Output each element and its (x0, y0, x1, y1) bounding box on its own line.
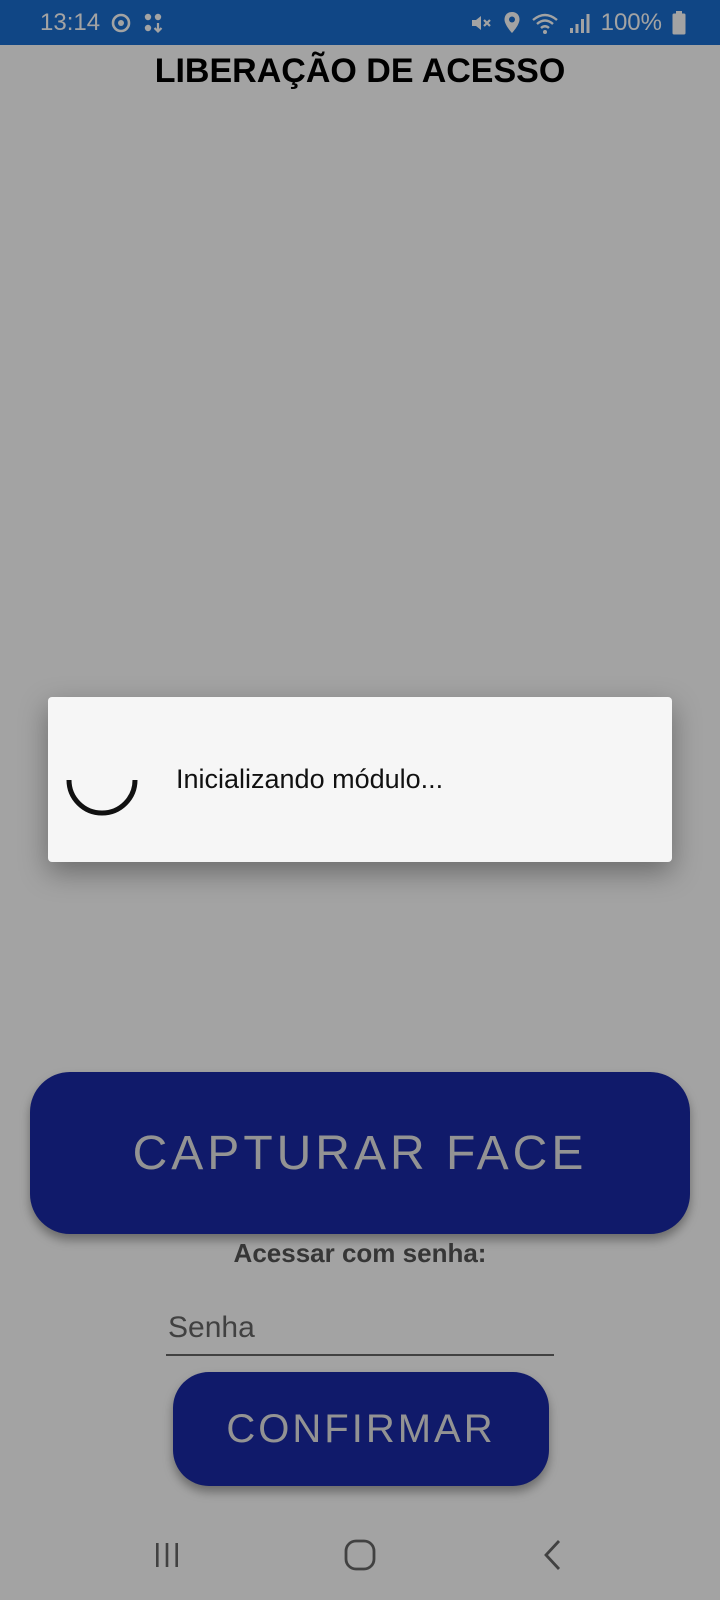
progress-dialog: Inicializando módulo... (48, 697, 672, 862)
dialog-message: Inicializando módulo... (176, 764, 444, 794)
loading-spinner-icon (66, 779, 138, 815)
